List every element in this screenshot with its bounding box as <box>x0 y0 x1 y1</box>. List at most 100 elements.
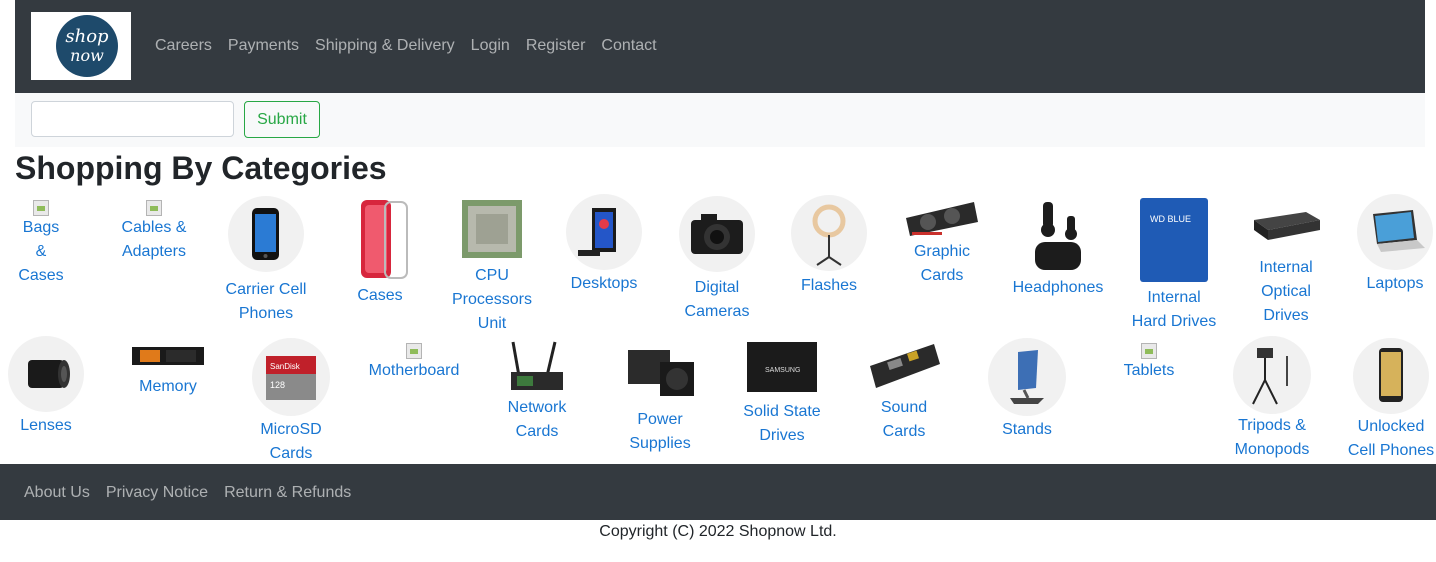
nav-login[interactable]: Login <box>471 36 510 56</box>
category-label: Optical <box>1261 283 1311 300</box>
optical-drive-image <box>1246 194 1326 256</box>
category-label: Cameras <box>684 303 750 320</box>
category-label: Hard Drives <box>1131 313 1217 330</box>
category-desktops[interactable]: Desktops <box>560 194 648 296</box>
nav-shipping-delivery[interactable]: Shipping & Delivery <box>315 36 455 56</box>
category-label: Cell Phones <box>1347 442 1435 459</box>
category-label: Carrier Cell <box>225 281 307 298</box>
category-carrier-cell-phones[interactable]: Carrier Cell Phones <box>221 196 311 326</box>
category-label: Cases <box>357 287 403 304</box>
search-input[interactable] <box>31 101 234 137</box>
nav-links: Careers Payments Shipping & Delivery Log… <box>155 36 657 56</box>
category-label: Internal <box>1147 289 1201 306</box>
phone-image <box>228 196 304 272</box>
category-tablets[interactable]: Tablets <box>1116 343 1182 383</box>
nav-register[interactable]: Register <box>526 36 586 56</box>
logo-text-line2: now <box>70 46 104 65</box>
category-label: Bags & <box>22 219 60 260</box>
tripod-image <box>1233 336 1311 414</box>
category-solid-state-drives[interactable]: SAMSUNG Solid State Drives <box>736 338 828 448</box>
category-label: Cards <box>269 445 313 462</box>
category-label: CPU <box>475 267 509 284</box>
category-label: Cards <box>920 267 964 284</box>
laptop-image <box>1357 194 1433 270</box>
category-bags-cases[interactable]: Bags & Cases <box>16 200 66 288</box>
category-digital-cameras[interactable]: Digital Cameras <box>674 196 760 324</box>
category-cables-adapters[interactable]: Cables & Adapters <box>119 200 189 264</box>
category-network-cards[interactable]: Network Cards <box>497 336 577 444</box>
category-label: Power <box>637 411 683 428</box>
network-card-image <box>497 336 577 396</box>
footer-navbar: About Us Privacy Notice Return & Refunds <box>0 464 1436 520</box>
category-headphones[interactable]: Headphones <box>1010 194 1106 300</box>
category-label: Desktops <box>570 275 638 292</box>
top-navbar: shop now Careers Payments Shipping & Del… <box>15 0 1425 93</box>
category-label: Drives <box>1263 307 1309 324</box>
footer-privacy-notice[interactable]: Privacy Notice <box>106 483 208 503</box>
category-lenses[interactable]: Lenses <box>6 336 86 438</box>
category-label: Internal <box>1259 259 1313 276</box>
category-microsd-cards[interactable]: SanDisk 128 MicroSD Cards <box>250 338 332 466</box>
category-label: Cards <box>515 423 559 440</box>
category-label: Monopods <box>1234 441 1310 458</box>
category-memory[interactable]: Memory <box>128 343 208 399</box>
smartphone-image <box>1353 338 1429 414</box>
ring-light-image <box>791 195 867 271</box>
footer-about-us[interactable]: About Us <box>24 483 90 503</box>
category-label: Stands <box>1002 421 1052 438</box>
category-label: Solid State <box>743 403 821 420</box>
broken-image-icon <box>146 200 162 216</box>
sd-brand-text: SanDisk <box>270 362 301 371</box>
footer-links: About Us Privacy Notice Return & Refunds <box>24 483 351 503</box>
earbuds-image <box>1023 194 1093 274</box>
category-label: Motherboard <box>368 362 460 379</box>
desktop-image <box>566 194 642 270</box>
camera-image <box>679 196 755 272</box>
logo-text-line1: shop <box>65 26 109 47</box>
category-flashes[interactable]: Flashes <box>789 195 869 298</box>
category-label: Tablets <box>1123 362 1175 379</box>
category-label: Memory <box>139 378 197 395</box>
category-label: Flashes <box>800 277 858 294</box>
graphics-card-image <box>904 196 980 240</box>
category-sound-cards[interactable]: Sound Cards <box>858 336 950 444</box>
category-tripods-monopods[interactable]: Tripods & Monopods <box>1226 336 1318 462</box>
lens-image <box>8 336 84 412</box>
category-label: Supplies <box>629 435 691 452</box>
hdd-brand-text: WD BLUE <box>1150 214 1191 224</box>
submit-button[interactable]: Submit <box>244 101 320 138</box>
phone-stand-image <box>988 338 1066 416</box>
nav-payments[interactable]: Payments <box>228 36 299 56</box>
category-internal-hard-drives[interactable]: WD BLUE Internal Hard Drives <box>1128 194 1220 334</box>
category-label: Laptops <box>1366 275 1424 292</box>
category-motherboard[interactable]: Motherboard <box>362 343 466 383</box>
phone-case-image <box>345 196 415 282</box>
category-label: Processors <box>451 291 533 308</box>
category-stands[interactable]: Stands <box>985 338 1069 442</box>
category-graphic-cards[interactable]: Graphic Cards <box>902 196 982 288</box>
category-label: Tripods & <box>1238 417 1306 434</box>
category-label: Digital <box>694 279 740 296</box>
category-cases[interactable]: Cases <box>342 196 418 308</box>
page-title: Shopping By Categories <box>15 150 387 186</box>
category-power-supplies[interactable]: Power Supplies <box>619 336 701 456</box>
microsd-image: SanDisk 128 <box>252 338 330 416</box>
broken-image-icon <box>1141 343 1157 359</box>
copyright-text: Copyright (C) 2022 Shopnow Ltd. <box>599 523 837 540</box>
shopnow-logo[interactable]: shop now <box>31 12 131 80</box>
category-label: Headphones <box>1012 279 1104 296</box>
nav-contact[interactable]: Contact <box>601 36 656 56</box>
category-unlocked-cell-phones[interactable]: Unlocked Cell Phones <box>1346 338 1436 463</box>
power-supply-image <box>620 336 700 406</box>
category-cpu-processors-unit[interactable]: CPU Processors Unit <box>447 194 537 336</box>
category-internal-optical-drives[interactable]: Internal Optical Drives <box>1246 194 1326 328</box>
logo-badge: shop now <box>56 15 118 77</box>
nav-careers[interactable]: Careers <box>155 36 212 56</box>
category-label: Cables & <box>121 219 187 236</box>
category-laptops[interactable]: Laptops <box>1356 194 1434 296</box>
footer-return-refunds[interactable]: Return & Refunds <box>224 483 351 503</box>
sound-card-image <box>864 336 944 396</box>
category-label: Cases <box>18 267 64 284</box>
category-label: Sound Cards <box>880 399 928 440</box>
broken-image-icon <box>406 343 422 359</box>
